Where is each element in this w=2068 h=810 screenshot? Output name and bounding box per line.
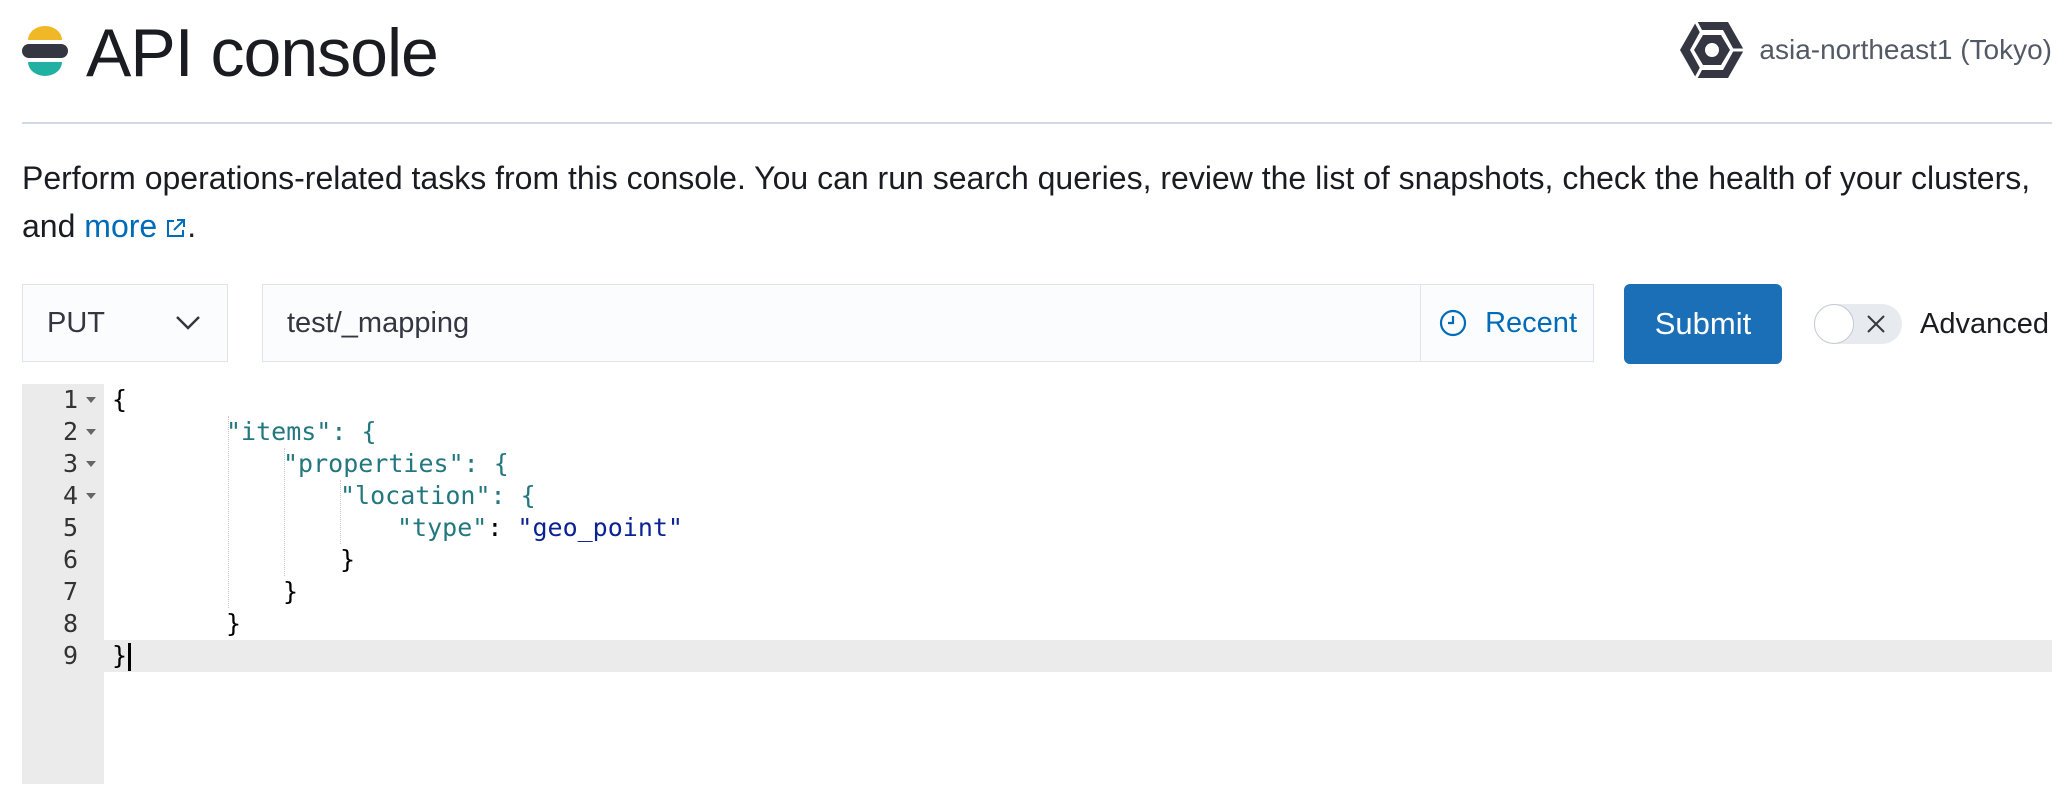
request-path-field: Recent: [262, 284, 1594, 362]
switch-knob: [1814, 304, 1854, 344]
code-line-last: }: [112, 640, 132, 672]
advanced-switch[interactable]: [1814, 304, 1902, 344]
active-line-highlight: [104, 640, 2052, 672]
line-number: 8: [62, 609, 78, 638]
line-number: 2: [62, 417, 78, 446]
fold-arrow-icon[interactable]: [86, 461, 96, 467]
line-number: 7: [62, 577, 78, 606]
submit-button[interactable]: Submit: [1624, 284, 1782, 364]
closing-brace: }: [112, 641, 128, 670]
text-cursor: [128, 643, 132, 671]
code-line: }: [340, 545, 356, 574]
code-line: }: [226, 609, 242, 638]
advanced-toggle[interactable]: Advanced: [1814, 300, 2049, 348]
region-indicator: asia-northeast1 (Tokyo): [1679, 20, 2052, 80]
code-editor[interactable]: 1 2 3 4 5 6 7 8 9 { "items": { "properti…: [22, 384, 2052, 784]
intro-body: Perform operations-related tasks from th…: [22, 160, 2031, 244]
code-line: "items": {: [226, 417, 377, 446]
line-number: 1: [62, 385, 78, 414]
region-label: asia-northeast1 (Tokyo): [1759, 34, 2052, 65]
chevron-down-icon: [176, 316, 200, 330]
external-link-icon[interactable]: [165, 217, 187, 239]
request-path-input[interactable]: [263, 285, 1421, 361]
advanced-label: Advanced: [1920, 307, 2049, 340]
line-number: 9: [62, 641, 78, 670]
code-line: "location": {: [340, 481, 536, 510]
line-number: 4: [62, 481, 78, 510]
code-line: }: [283, 577, 299, 606]
http-method-select[interactable]: PUT: [22, 284, 228, 362]
http-method-value: PUT: [47, 306, 105, 339]
more-link-label[interactable]: more: [84, 208, 157, 244]
more-link[interactable]: more: [84, 208, 187, 244]
code-line: "properties": {: [283, 449, 509, 478]
close-icon: [1867, 315, 1885, 333]
line-number: 5: [62, 513, 78, 542]
intro-suffix: .: [187, 208, 197, 244]
recent-button[interactable]: Recent: [1420, 285, 1593, 361]
fold-arrow-icon[interactable]: [86, 429, 96, 435]
line-number: 6: [62, 545, 78, 574]
line-number: 3: [62, 449, 78, 478]
fold-arrow-icon[interactable]: [86, 397, 96, 403]
page-title: API console: [86, 15, 439, 91]
code-line: {: [112, 385, 128, 414]
recent-label: Recent: [1485, 306, 1577, 339]
fold-arrow-icon[interactable]: [86, 493, 96, 499]
json-key: "type": [397, 513, 488, 542]
google-cloud-icon: [1680, 21, 1745, 79]
code-line-type: "type": "geo_point": [397, 513, 683, 542]
elastic-logo-icon: [22, 26, 68, 76]
page-header: API console asia-northeast1 (Tokyo): [22, 0, 2052, 122]
json-string: "geo_point": [517, 513, 683, 542]
intro-text: Perform operations-related tasks from th…: [22, 154, 2052, 250]
clock-icon: [1440, 309, 1467, 337]
header-divider: [22, 122, 2052, 124]
